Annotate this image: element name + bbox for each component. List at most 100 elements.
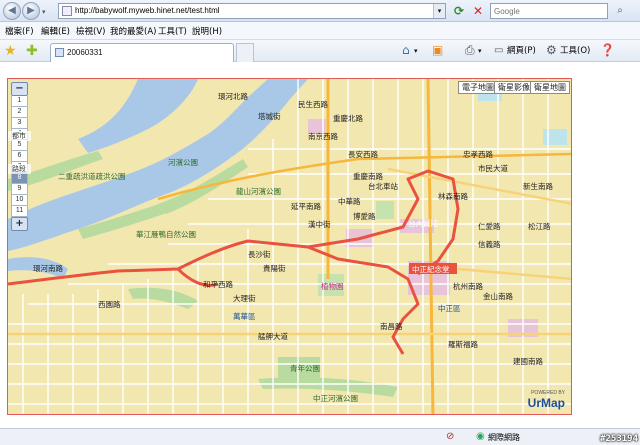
map-label: 市民大道 bbox=[478, 163, 508, 173]
map-type-street-button[interactable]: 電子地圖 bbox=[458, 81, 498, 94]
zoom-in-button[interactable]: + bbox=[11, 217, 28, 231]
map-label: 台北車站 bbox=[368, 181, 398, 191]
back-arrow-icon: ◀ bbox=[8, 5, 16, 16]
add-favorite-icon[interactable]: ✚ bbox=[26, 43, 38, 59]
history-dropdown-icon[interactable]: ▾ bbox=[42, 8, 49, 16]
zoom-level-active[interactable]: 8 bbox=[11, 173, 28, 184]
zoom-level[interactable]: 2 bbox=[11, 107, 28, 118]
urmap-logo: POWERED BY UrMap bbox=[528, 390, 565, 410]
map-label: 新生南路 bbox=[523, 181, 553, 191]
map-label: 長安西路 bbox=[348, 149, 378, 159]
tools-gear-icon: ⚙ bbox=[546, 43, 557, 57]
map-label: 民生西路 bbox=[298, 99, 328, 109]
map-type-hybrid-button[interactable]: 衛星地圖 bbox=[530, 81, 570, 94]
url-text[interactable]: http://babywolf.myweb.hinet.net/test.htm… bbox=[75, 6, 220, 15]
home-icon[interactable]: ⌂ bbox=[402, 43, 410, 57]
zoom-level[interactable]: 3 bbox=[11, 118, 28, 129]
page-icon: ▭ bbox=[494, 45, 504, 56]
map-label: 台大醫院 bbox=[408, 218, 438, 228]
map-label: 延平南路 bbox=[291, 201, 321, 211]
menu-view[interactable]: 檢視(V) bbox=[76, 25, 105, 37]
security-zone-label: 網際網路 bbox=[488, 433, 520, 442]
refresh-icon[interactable]: ⟳ bbox=[451, 3, 467, 19]
page-favicon-icon bbox=[62, 6, 72, 16]
map-label: 環河北路 bbox=[218, 91, 248, 101]
menu-help[interactable]: 說明(H) bbox=[192, 25, 222, 37]
menu-tools[interactable]: 工具(T) bbox=[158, 25, 187, 37]
search-icon[interactable]: ⌕ bbox=[612, 3, 628, 19]
tab-title: 20060331 bbox=[67, 48, 103, 57]
map-label: 中正河濱公園 bbox=[313, 393, 358, 403]
address-field[interactable]: http://babywolf.myweb.hinet.net/test.htm… bbox=[58, 3, 446, 19]
map-label: 萬華區 bbox=[233, 311, 256, 321]
search-field[interactable] bbox=[490, 3, 608, 19]
menu-file[interactable]: 檔案(F) bbox=[5, 25, 34, 37]
zoom-out-button[interactable]: − bbox=[11, 82, 28, 96]
zoom-level[interactable]: 6 bbox=[11, 151, 28, 162]
favorites-star-icon[interactable]: ★ bbox=[4, 43, 17, 59]
tab-active[interactable]: 20060331 bbox=[50, 43, 234, 62]
menu-edit[interactable]: 編輯(E) bbox=[41, 25, 70, 37]
help-icon[interactable]: ❓ bbox=[600, 43, 615, 57]
page-content: 華江雁鴨自然公園 河濱公園 二重疏洪道疏洪公園 龍山河濱公園 台大醫院 中正紀念… bbox=[0, 63, 640, 428]
map-label: 松江路 bbox=[528, 221, 551, 231]
map-label: 龍山河濱公園 bbox=[236, 186, 281, 196]
tools-menu[interactable]: 工具(O) bbox=[560, 44, 590, 56]
zoom-level[interactable]: 10 bbox=[11, 195, 28, 206]
map-label: 西園路 bbox=[98, 299, 121, 309]
map-label: 信義路 bbox=[478, 239, 501, 249]
tab-page-icon bbox=[55, 48, 64, 57]
map-label: 中華路 bbox=[338, 196, 361, 206]
menu-bar: 檔案(F) 編輯(E) 檢視(V) 我的最愛(A) 工具(T) 說明(H) bbox=[0, 22, 640, 40]
zoom-label-street: 路段 bbox=[8, 164, 31, 174]
forward-arrow-icon: ▶ bbox=[27, 5, 35, 16]
search-input[interactable] bbox=[491, 4, 607, 18]
park-228 bbox=[376, 201, 394, 219]
map-label: 中正紀念堂 bbox=[412, 264, 450, 274]
forward-button[interactable]: ▶ bbox=[22, 2, 40, 20]
page-menu[interactable]: 網頁(P) bbox=[507, 44, 536, 56]
image-watermark: #253194 bbox=[600, 434, 638, 444]
new-tab-button[interactable] bbox=[236, 43, 254, 62]
map-label: 華江雁鴨自然公園 bbox=[136, 229, 196, 239]
map-label: 二重疏洪道疏洪公園 bbox=[58, 171, 126, 181]
stop-icon[interactable]: ✕ bbox=[470, 3, 486, 19]
print-icon[interactable]: ⎙ bbox=[465, 43, 475, 58]
map-label: 漢中街 bbox=[308, 219, 331, 229]
map-label: 重慶北路 bbox=[333, 113, 363, 123]
zoom-level[interactable]: 5 bbox=[11, 140, 28, 151]
status-bar: ⊘ ◉ 網際網路 #253194 bbox=[0, 428, 640, 445]
map-label: 艋舺大道 bbox=[258, 331, 288, 341]
tab-bar: ★ ✚ 20060331 ⌂ ▾ ▣ ⎙ ▾ ▭ 網頁(P) ⚙ 工具(O) ❓ bbox=[0, 40, 640, 62]
map-label: 羅斯福路 bbox=[448, 339, 478, 349]
internet-zone-icon: ◉ bbox=[476, 431, 485, 442]
street-map[interactable]: 華江雁鴨自然公園 河濱公園 二重疏洪道疏洪公園 龍山河濱公園 台大醫院 中正紀念… bbox=[8, 79, 572, 415]
map-label: 環河南路 bbox=[33, 263, 63, 273]
menu-favorites[interactable]: 我的最愛(A) bbox=[110, 25, 156, 37]
home-dropdown-icon[interactable]: ▾ bbox=[414, 47, 418, 55]
map-viewport[interactable]: 華江雁鴨自然公園 河濱公園 二重疏洪道疏洪公園 龍山河濱公園 台大醫院 中正紀念… bbox=[7, 78, 572, 415]
block-cyan-e bbox=[543, 129, 567, 145]
zoom-level[interactable]: 1 bbox=[11, 96, 28, 107]
feeds-icon[interactable]: ▣ bbox=[432, 43, 443, 57]
map-label: 林森南路 bbox=[438, 191, 468, 201]
map-label: 金山南路 bbox=[483, 291, 513, 301]
map-label: 塔城街 bbox=[258, 111, 281, 121]
zoom-control: − 1 2 3 4 5 6 7 8 9 10 11 + 都市 路段 bbox=[8, 82, 31, 231]
map-label: 杭州南路 bbox=[453, 281, 483, 291]
map-label: 青年公園 bbox=[290, 363, 320, 373]
map-label: 長沙街 bbox=[248, 249, 271, 259]
back-button[interactable]: ◀ bbox=[3, 2, 21, 20]
popup-blocked-icon[interactable]: ⊘ bbox=[446, 431, 454, 442]
address-dropdown-icon[interactable]: ▾ bbox=[433, 4, 445, 18]
map-label: 重慶南路 bbox=[353, 171, 383, 181]
zoom-level[interactable]: 9 bbox=[11, 184, 28, 195]
map-label: 和平西路 bbox=[203, 279, 233, 289]
map-label: 河濱公園 bbox=[168, 157, 198, 167]
map-label: 建國南路 bbox=[513, 356, 543, 366]
map-label: 中正區 bbox=[438, 303, 461, 313]
zoom-level[interactable]: 11 bbox=[11, 206, 28, 217]
map-type-satellite-button[interactable]: 衛星影像 bbox=[494, 81, 534, 94]
print-dropdown-icon[interactable]: ▾ bbox=[478, 47, 482, 55]
map-label: 大理街 bbox=[233, 293, 256, 303]
